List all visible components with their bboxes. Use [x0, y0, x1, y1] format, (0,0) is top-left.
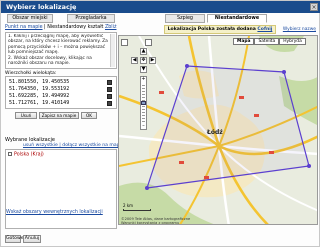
zoom-in-icon[interactable]: + — [141, 77, 146, 82]
coordinate-row: 51.692285, 19.494992 — [9, 93, 70, 99]
custom-shape-label: Niestandardowy kształt — [47, 25, 104, 30]
map-status-text: Lokalizacja Polska została dodana — [167, 27, 258, 32]
city-label: Łódź — [207, 129, 223, 136]
map-type-switcher: Mapa Satelita Hybryda — [233, 38, 306, 45]
polygon-vertex — [145, 186, 149, 190]
zoom-link[interactable]: Zbliż — [105, 25, 117, 30]
marker-icon[interactable] — [107, 80, 112, 85]
terms-link[interactable]: Warunki korzystania z programu — [121, 221, 179, 224]
tab-city-area[interactable]: Obszar miejski — [7, 14, 53, 23]
route-shield-icon — [269, 151, 274, 154]
zoom-out-icon[interactable]: – — [141, 124, 146, 129]
pan-tool-icon[interactable] — [121, 39, 128, 46]
dialog-title: Wybierz lokalizację — [6, 3, 77, 11]
marker-icon[interactable] — [107, 94, 112, 99]
tab-browser[interactable]: Przegladarka — [67, 14, 115, 23]
tab-bar: Obszar miejski Przegladarka Szpieg Niest… — [7, 14, 317, 23]
tab-custom[interactable]: Niestandardowe — [207, 14, 267, 23]
polygon-vertex — [282, 70, 286, 74]
dialog-titlebar: Wybierz lokalizację × — [1, 1, 320, 13]
select-tool-icon[interactable] — [145, 39, 152, 46]
chosen-locations-links[interactable]: usuń wszystkie | dołącz wszystkie na map… — [23, 143, 124, 148]
point-on-map-link[interactable]: Punkt na mapie — [5, 25, 43, 30]
map-canvas[interactable]: Mapa Satelita Hybryda ▲ ◀ ✥ ▶ ▼ + – Łódź 2… — [118, 35, 318, 225]
checkbox[interactable] — [8, 152, 12, 156]
route-shield-icon — [179, 161, 184, 164]
inner-locations-link[interactable]: Wskaż obszary wewnętrznych lokalizacji — [6, 210, 103, 215]
pan-down-icon[interactable]: ▼ — [140, 66, 147, 73]
marker-icon[interactable] — [107, 87, 112, 92]
scale-label: 2 km — [123, 203, 134, 208]
map-help-link[interactable]: Wybierz nazwę — [283, 27, 316, 32]
polygon-vertex — [185, 64, 189, 68]
pan-left-icon[interactable]: ◀ — [131, 57, 138, 64]
save-on-map-button[interactable]: Zapisz na mapie — [39, 112, 79, 119]
polygon-vertex — [307, 164, 311, 168]
pan-up-icon[interactable]: ▲ — [140, 48, 147, 55]
chosen-locations-list: Polska (Kraj) — [5, 149, 117, 229]
instructions-box: 1. Kliknij i przeciągnij mapę, aby wyświ… — [5, 32, 117, 69]
undo-link[interactable]: Cofnij — [257, 27, 272, 32]
zoom-slider[interactable]: + – — [140, 76, 147, 130]
coordinate-row: 51.801550, 19.450535 — [9, 79, 70, 85]
map-status-banner: Lokalizacja Polska została dodana Cofnij — [164, 25, 276, 34]
route-shield-icon — [204, 176, 209, 179]
coordinates-list: 51.801550, 19.450535 51.764350, 19.55319… — [5, 76, 117, 109]
route-shield-icon — [239, 96, 244, 99]
map-type-map[interactable]: Mapa — [233, 38, 255, 45]
coordinate-row: 51.764350, 19.553192 — [9, 86, 70, 92]
left-panel: Punkt na mapie | Niestandardowy kształt … — [5, 24, 124, 229]
map-type-satellite[interactable]: Satelita — [254, 38, 280, 45]
done-button[interactable]: Gotowe — [5, 235, 24, 243]
delete-button[interactable]: Usuń — [15, 112, 37, 119]
cancel-button[interactable]: Anuluj — [23, 235, 41, 243]
location-dialog: Wybierz lokalizację × Obszar miejski Prz… — [0, 0, 320, 247]
scale-bar — [123, 209, 151, 211]
map-panel: Lokalizacja Polska została dodana Cofnij… — [118, 25, 318, 225]
coordinate-row: 51.712761, 19.410149 — [9, 100, 70, 106]
instructions-scrollbar[interactable] — [110, 34, 115, 67]
ok-button[interactable]: OK — [81, 112, 97, 119]
pan-center-icon[interactable]: ✥ — [140, 57, 147, 64]
tab-spy[interactable]: Szpieg — [165, 14, 205, 23]
instructions-text: 1. Kliknij i przeciągnij mapę, aby wyświ… — [8, 34, 108, 67]
list-item[interactable]: Polska (Kraj) — [8, 152, 44, 158]
zoom-handle[interactable] — [141, 101, 146, 105]
route-shield-icon — [254, 114, 259, 117]
map-scale: 2 km — [123, 203, 151, 211]
map-type-hybrid[interactable]: Hybryda — [279, 38, 306, 45]
map-pan-control: ▲ ◀ ✥ ▶ ▼ — [131, 48, 157, 74]
list-item-label: Polska (Kraj) — [14, 152, 44, 158]
route-shield-icon — [159, 91, 164, 94]
close-icon[interactable]: × — [310, 3, 318, 11]
marker-icon[interactable] — [107, 101, 112, 106]
pan-right-icon[interactable]: ▶ — [149, 57, 156, 64]
